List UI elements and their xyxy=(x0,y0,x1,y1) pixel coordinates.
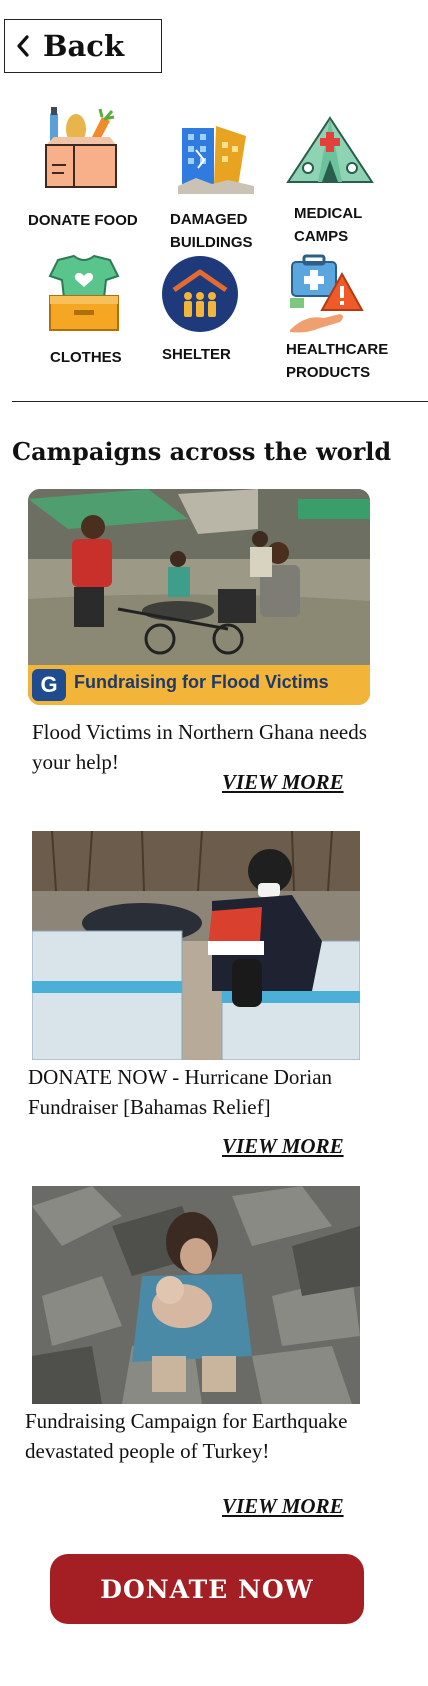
category-clothes[interactable]: CLOTHES xyxy=(40,252,150,372)
category-healthcare-products[interactable]: HEALTHCARE PRODUCTS xyxy=(286,252,416,382)
view-more-link[interactable]: VIEW MORE xyxy=(222,770,344,795)
category-label-line1: DONATE FOOD xyxy=(28,212,138,229)
first-aid-kit-icon xyxy=(290,254,364,333)
category-label-line2: PRODUCTS xyxy=(286,364,371,381)
view-more-link[interactable]: VIEW MORE xyxy=(222,1494,344,1519)
category-label-line1: SHELTER xyxy=(162,346,231,363)
section-divider xyxy=(12,401,428,402)
shelter-house-icon xyxy=(162,256,238,332)
banner-logo: G xyxy=(32,669,66,701)
food-basket-icon xyxy=(45,107,117,188)
chevron-left-icon xyxy=(17,35,29,57)
hurricane-relief-photo xyxy=(32,831,360,1060)
earthquake-photo xyxy=(32,1186,360,1404)
campaign-title: DONATE NOW - Hurricane Dorian Fundraiser… xyxy=(28,1065,333,1119)
view-more-link[interactable]: VIEW MORE xyxy=(222,1134,344,1159)
campaign-image[interactable]: G Fundraising for Flood Victims xyxy=(28,489,370,705)
category-damaged-buildings[interactable]: DAMAGED BUILDINGS xyxy=(164,110,276,251)
campaign-title: Fundraising Campaign for Earthquake deva… xyxy=(25,1409,348,1463)
back-label: Back xyxy=(43,29,125,63)
campaign-image[interactable] xyxy=(32,1186,360,1404)
category-label-line1: MEDICAL xyxy=(294,205,363,222)
donate-now-button[interactable]: DONATE NOW xyxy=(50,1554,364,1624)
category-medical-camps[interactable]: MEDICAL CAMPS xyxy=(280,110,400,250)
category-label-line1: HEALTHCARE xyxy=(286,341,389,358)
banner-text: Fundraising for Flood Victims xyxy=(74,672,329,692)
category-label-line2: CAMPS xyxy=(294,228,349,245)
medical-tent-icon xyxy=(286,116,374,183)
back-button[interactable]: Back xyxy=(4,19,162,73)
clothes-box-icon xyxy=(48,254,120,331)
category-label-line1: CLOTHES xyxy=(50,349,122,366)
damaged-buildings-icon xyxy=(178,126,254,194)
campaign-image[interactable] xyxy=(32,831,360,1060)
category-label-line1: DAMAGED xyxy=(170,211,248,228)
campaign-title: Flood Victims in Northern Ghana needs yo… xyxy=(32,720,367,774)
category-shelter[interactable]: SHELTER xyxy=(156,252,268,372)
section-title: Campaigns across the world xyxy=(12,437,392,466)
category-label-line2: BUILDINGS xyxy=(170,234,253,251)
category-donate-food[interactable]: DONATE FOOD xyxy=(20,105,160,235)
